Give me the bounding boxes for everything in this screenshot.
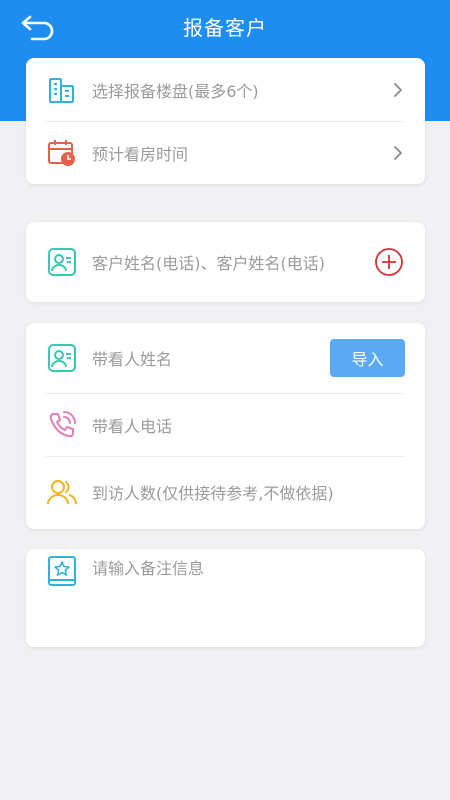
chevron-right-icon [391,144,405,162]
visitor-count-row[interactable]: 到访人数(仅供接待参考,不做依据) [26,456,425,527]
contact-card-icon [46,342,78,374]
add-circle-icon [375,248,403,276]
select-project-label: 选择报备楼盘(最多6个) [92,81,259,101]
customer-row[interactable]: 客户姓名(电话)、客户姓名(电话) [26,222,425,302]
agent-phone-input[interactable]: 带看人电话 [92,413,405,437]
visit-time-row[interactable]: 预计看房时间 [26,121,425,184]
add-customer-button[interactable] [373,246,405,278]
select-project-row[interactable]: 选择报备楼盘(最多6个) [26,58,425,121]
visit-time-label: 预计看房时间 [92,144,189,164]
agent-name-row[interactable]: 带看人姓名 导入 [26,323,425,393]
back-button[interactable] [16,10,60,44]
agent-phone-row[interactable]: 带看人电话 [26,393,425,456]
contact-card-icon [46,246,78,278]
visitor-count-input[interactable]: 到访人数(仅供接待参考,不做依据) [92,480,405,504]
phone-icon [46,409,78,441]
chevron-right-icon [391,81,405,99]
building-icon [46,74,78,106]
page-title: 报备客户 [183,15,267,40]
group-users-icon [46,476,78,508]
agent-card: 带看人姓名 导入 带看人电话 到访人数(仅供接待参考,不做依据) [26,323,425,529]
project-card: 选择报备楼盘(最多6个) 预计看房时间 [26,58,425,184]
remark-card [26,549,425,647]
remark-input[interactable] [92,557,412,637]
customer-label: 客户姓名(电话)、客户姓名(电话) [92,254,325,273]
calendar-clock-icon [46,137,78,169]
app-header: 报备客户 [0,0,450,52]
agent-name-input[interactable]: 带看人姓名 [92,346,330,370]
customer-card: 客户姓名(电话)、客户姓名(电话) [26,222,425,302]
import-button[interactable]: 导入 [330,339,405,377]
star-note-icon [46,555,78,587]
back-arrow-icon [21,15,54,41]
